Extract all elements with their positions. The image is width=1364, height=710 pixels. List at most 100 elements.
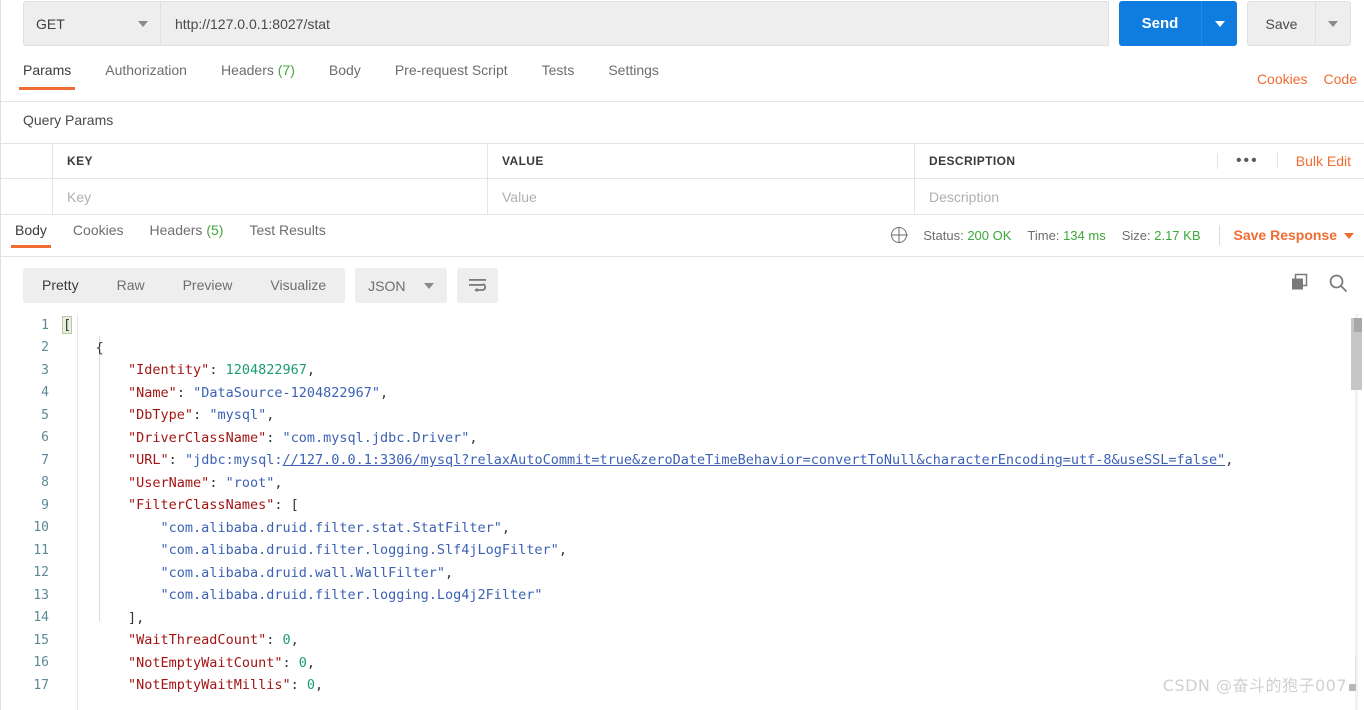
tab-params[interactable]: Params bbox=[18, 62, 76, 90]
code-token: "URL" bbox=[128, 452, 169, 469]
table-row: Key Value Description bbox=[1, 179, 1364, 215]
tab-tests[interactable]: Tests bbox=[542, 62, 575, 90]
code-token: "com.alibaba.druid.filter.logging.Slf4jL… bbox=[160, 542, 559, 559]
response-body-code[interactable]: 1[2 {3 "Identity": 1204822967, 4 "Name": … bbox=[1, 314, 1364, 710]
cookies-link[interactable]: Cookies bbox=[1257, 71, 1308, 87]
line-number: 3 bbox=[41, 362, 49, 378]
tab-headers[interactable]: Headers (7) bbox=[221, 62, 295, 90]
code-link[interactable]: Code bbox=[1324, 71, 1357, 87]
tab-pre-request-script[interactable]: Pre-request Script bbox=[395, 62, 508, 90]
save-options-button[interactable] bbox=[1315, 1, 1351, 46]
checkbox-column-header bbox=[1, 144, 53, 178]
code-token: "Identity" bbox=[128, 362, 210, 379]
code-token: : bbox=[193, 407, 210, 424]
postman-window: GET http://127.0.0.1:8027/stat Send Save… bbox=[0, 0, 1364, 710]
copy-icon[interactable] bbox=[1290, 273, 1310, 293]
save-response-button[interactable]: Save Response bbox=[1233, 227, 1354, 243]
code-text: "Name": "DataSource-1204822967", bbox=[63, 385, 388, 401]
code-line: 4 "Name": "DataSource-1204822967", bbox=[1, 382, 1364, 405]
code-text: "com.alibaba.druid.filter.logging.Slf4jL… bbox=[63, 542, 567, 558]
code-text: "com.alibaba.druid.wall.WallFilter", bbox=[63, 565, 454, 581]
code-token: "WaitThreadCount" bbox=[128, 632, 267, 649]
tab-body[interactable]: Body bbox=[329, 62, 361, 90]
send-options-button[interactable] bbox=[1201, 1, 1237, 46]
code-token: [ bbox=[61, 316, 73, 335]
response-tab-test-results[interactable]: Test Results bbox=[249, 222, 325, 248]
code-token: "NotEmptyWaitCount" bbox=[128, 654, 283, 671]
code-text: "NotEmptyWaitCount": 0, bbox=[63, 655, 315, 671]
view-pretty[interactable]: Pretty bbox=[23, 268, 98, 303]
save-button[interactable]: Save bbox=[1247, 1, 1315, 46]
code-token: , bbox=[469, 429, 478, 446]
code-token: "Name" bbox=[128, 384, 177, 401]
code-text: "URL": "jdbc:mysql://127.0.0.1:3306/mysq… bbox=[63, 452, 1233, 468]
code-line: 9 "FilterClassNames": [ bbox=[1, 494, 1364, 517]
format-label: JSON bbox=[368, 277, 406, 294]
code-text: "WaitThreadCount": 0, bbox=[63, 632, 299, 648]
tab-label: Headers bbox=[149, 222, 203, 238]
query-params-table: KEY VALUE DESCRIPTION ••• Bulk Edit Key … bbox=[1, 143, 1364, 215]
status-meta: Status: 200 OK bbox=[923, 228, 1011, 243]
globe-icon[interactable] bbox=[891, 227, 908, 243]
line-number: 4 bbox=[41, 385, 49, 401]
description-input-cell[interactable]: Description bbox=[915, 179, 1364, 214]
line-number: 6 bbox=[41, 430, 49, 446]
save-response-label: Save Response bbox=[1233, 227, 1338, 243]
response-tab-headers[interactable]: Headers (5) bbox=[150, 222, 224, 248]
code-token: ], bbox=[63, 609, 145, 626]
format-select[interactable]: JSON bbox=[355, 268, 447, 303]
code-token: "com.alibaba.druid.filter.stat.StatFilte… bbox=[160, 519, 502, 536]
code-line: 10 "com.alibaba.druid.filter.stat.StatFi… bbox=[1, 517, 1364, 540]
search-icon[interactable] bbox=[1328, 273, 1348, 293]
line-number: 11 bbox=[33, 542, 49, 558]
url-input[interactable]: http://127.0.0.1:8027/stat bbox=[160, 1, 1109, 46]
send-button[interactable]: Send bbox=[1119, 1, 1201, 46]
time-label: Time: bbox=[1027, 227, 1060, 243]
code-token: "DataSource-1204822967" bbox=[193, 384, 381, 401]
tab-label: Cookies bbox=[72, 222, 124, 238]
code-token: 0 bbox=[282, 632, 291, 649]
response-tab-body[interactable]: Body bbox=[11, 222, 51, 248]
value-input-cell[interactable]: Value bbox=[488, 179, 915, 214]
code-text: "com.alibaba.druid.filter.stat.StatFilte… bbox=[63, 519, 511, 536]
code-token: : bbox=[266, 429, 283, 446]
code-line: 16 "NotEmptyWaitCount": 0, bbox=[1, 652, 1364, 675]
view-visualize[interactable]: Visualize bbox=[251, 268, 345, 303]
code-token: : bbox=[274, 497, 291, 514]
code-token: , bbox=[380, 384, 389, 401]
http-method-select[interactable]: GET bbox=[23, 1, 160, 46]
row-checkbox-cell[interactable] bbox=[1, 179, 53, 214]
code-token: 0 bbox=[298, 654, 307, 671]
word-wrap-toggle[interactable] bbox=[456, 268, 498, 303]
code-line: 14 ], bbox=[1, 607, 1364, 630]
code-text: "NotEmptyWaitMillis": 0, bbox=[63, 677, 323, 693]
code-token: : bbox=[209, 474, 226, 491]
code-token: : bbox=[266, 632, 283, 649]
code-text: "DriverClassName": "com.mysql.jdbc.Drive… bbox=[63, 430, 478, 446]
response-tab-cookies[interactable]: Cookies bbox=[73, 222, 124, 248]
size-meta: Size: 2.17 KB bbox=[1122, 228, 1201, 243]
code-token: //127.0.0.1:3306/mysql?relaxAutoCommit=t… bbox=[282, 452, 1226, 469]
bulk-edit-button[interactable]: Bulk Edit bbox=[1276, 153, 1364, 169]
more-options-icon[interactable]: ••• bbox=[1216, 153, 1277, 169]
code-line: 5 "DbType": "mysql", bbox=[1, 404, 1364, 427]
tab-settings[interactable]: Settings bbox=[608, 62, 659, 90]
code-scrollbar[interactable] bbox=[1351, 314, 1362, 710]
view-preview[interactable]: Preview bbox=[164, 268, 252, 303]
key-input-cell[interactable]: Key bbox=[53, 179, 488, 214]
size-label: Size: bbox=[1121, 227, 1151, 243]
code-text: "Identity": 1204822967, bbox=[63, 362, 315, 378]
view-raw[interactable]: Raw bbox=[98, 268, 164, 303]
table-header-actions: ••• Bulk Edit bbox=[1216, 144, 1364, 178]
code-text: "UserName": "root", bbox=[63, 474, 282, 491]
tab-authorization[interactable]: Authorization bbox=[105, 62, 187, 90]
